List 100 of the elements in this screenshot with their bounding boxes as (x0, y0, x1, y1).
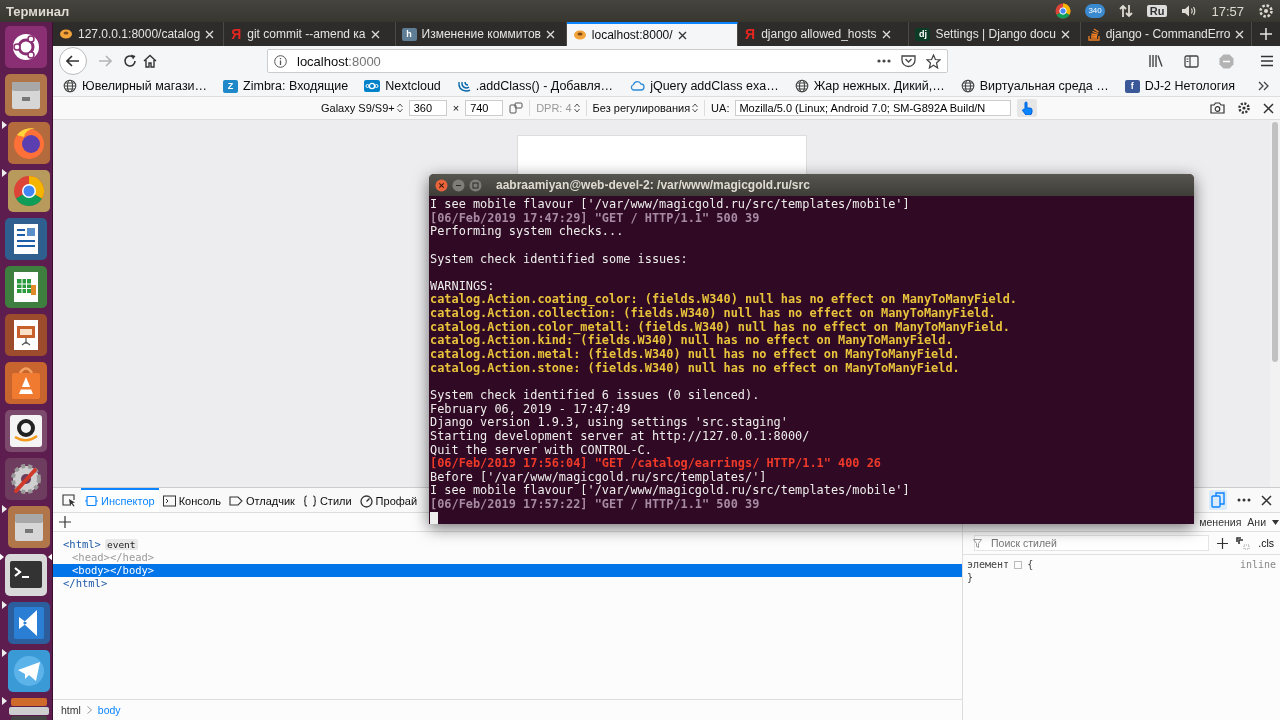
breadcrumb[interactable]: body (97, 704, 121, 716)
home-icon[interactable] (143, 54, 157, 68)
file-cabinet-icon[interactable] (6, 505, 51, 549)
window-title: Терминал (6, 3, 70, 19)
spreadsheet-icon[interactable] (4, 265, 48, 309)
markup-node[interactable]: </html> (53, 577, 962, 590)
paper-plane-icon[interactable] (6, 649, 51, 693)
braces-icon (302, 495, 317, 507)
tag-icon (228, 496, 243, 506)
scrollbar[interactable] (1270, 120, 1280, 487)
settings-icon[interactable] (4, 457, 48, 501)
star-icon[interactable] (926, 53, 941, 69)
devtools-tab[interactable]: Профай (355, 488, 422, 512)
height-field[interactable]: 740 (465, 100, 504, 116)
app-stack-icon[interactable] (6, 697, 51, 720)
classes-toggle[interactable]: .cls (1258, 537, 1274, 549)
maximize-icon[interactable] (469, 178, 482, 192)
close-icon[interactable] (677, 30, 687, 40)
code-editor-icon[interactable] (6, 601, 51, 645)
responsive-mode-button[interactable] (1209, 490, 1227, 510)
notification-badge[interactable]: 340 (1085, 4, 1105, 18)
devtools-tab[interactable]: Отладчик (224, 488, 299, 512)
volume-icon[interactable] (1181, 4, 1198, 18)
bookmark[interactable]: Ювелирный магази… (63, 79, 208, 93)
stack-icon (1086, 27, 1101, 41)
rotate-icon[interactable] (509, 102, 524, 114)
markup-node[interactable]: <body></body> (53, 564, 962, 577)
close-icon[interactable] (1261, 494, 1272, 506)
reload-icon[interactable] (123, 54, 137, 68)
devtools-tab[interactable]: Консоль (158, 488, 225, 512)
rule-source[interactable]: inline (1239, 559, 1276, 570)
favicon-letter: Z (223, 79, 239, 93)
touch-button[interactable] (1017, 99, 1038, 117)
sidebar-tab[interactable]: Ани (1247, 516, 1266, 528)
favicon-letter: Я (230, 26, 243, 42)
terminal-line: System check identified 6 issues (0 silenced). (430, 388, 761, 403)
markup-node[interactable]: <html> event (53, 538, 962, 551)
forward-arrow-icon (98, 55, 112, 67)
library-icon[interactable] (1148, 54, 1164, 68)
keyboard-layout[interactable]: Ru (1146, 5, 1168, 17)
bookmark[interactable]: Z Zimbra: Входящие (223, 79, 349, 93)
close-window-icon[interactable] (435, 178, 448, 192)
browser-tab[interactable]: localhost:8000/ (566, 22, 739, 46)
toggle-square-icon[interactable] (1014, 560, 1023, 569)
user-agent-field[interactable]: Mozilla/5.0 (Linux; Android 7.0; SM-G892A Build/N (735, 100, 1012, 116)
event-badge[interactable]: event (104, 539, 138, 550)
browser-icon[interactable] (6, 169, 51, 213)
minimize-icon[interactable] (452, 178, 465, 192)
settings-icon[interactable] (1237, 101, 1251, 115)
rule-brace: { (1027, 559, 1034, 570)
up-down-arrows-icon (692, 103, 699, 113)
filter-icon (973, 538, 982, 548)
bookmark[interactable]: Жар нежных. Дикий,… (794, 79, 945, 93)
browser-icon[interactable] (1055, 3, 1072, 19)
bookmark[interactable]: jQuery addClass exa… (629, 79, 779, 93)
breadcrumb[interactable]: html (61, 704, 81, 716)
favicon-letter: f (1124, 79, 1140, 93)
document-icon[interactable] (4, 217, 48, 261)
sidebar-tab[interactable]: менения (1199, 516, 1242, 528)
bookmark[interactable]: f DJ-2 Нетология (1124, 79, 1236, 93)
more-icon[interactable] (1237, 498, 1251, 502)
globe-icon (960, 79, 975, 93)
presentation-icon[interactable] (4, 313, 48, 357)
file-cabinet-icon[interactable] (4, 73, 48, 117)
close-icon[interactable] (1263, 102, 1274, 114)
terminal-line: catalog.Action.color_metall: (fields.W340) null has no effect on ManyToManyField. (430, 320, 1011, 335)
bookmark[interactable]: Nextcloud (364, 79, 441, 93)
device-select[interactable]: Galaxy S9/S9+ (321, 102, 403, 114)
terminal-line: Before ['/var/www/magicgold.ru/src/templates/'] (430, 470, 767, 485)
dropdown-caret-icon[interactable] (1272, 519, 1279, 525)
terminal-icon[interactable] (4, 553, 48, 597)
chevron-icon[interactable] (1258, 81, 1270, 91)
network-arrows-icon[interactable] (1118, 4, 1133, 18)
power-gear-icon[interactable] (1258, 3, 1274, 19)
url-field[interactable]: localhost:8000 (267, 49, 948, 73)
devtools-tab[interactable]: Стили (298, 488, 356, 512)
cloud-icon (629, 79, 646, 93)
bookmark[interactable]: Виртуальная среда … (960, 79, 1109, 93)
circle-logo-icon[interactable] (4, 25, 48, 69)
shopping-bag-icon[interactable] (4, 361, 48, 405)
inspector-icon (85, 495, 98, 507)
terminal-line: catalog.Action.stone: (fields.W340) null has no effect on ManyToManyField. (430, 361, 961, 376)
pocket-icon[interactable] (901, 54, 916, 68)
devtools-tab[interactable]: Инспектор (81, 488, 159, 512)
sidebar-icon[interactable] (1184, 54, 1199, 68)
style-filter-field[interactable]: Поиск стилей (974, 535, 1210, 551)
dimension-separator: × (452, 102, 460, 114)
throttling-select[interactable]: Без регулирования (592, 102, 699, 114)
browser-icon[interactable] (6, 121, 51, 165)
terminal-line: [06/Feb/2019 17:56:04] "GET /catalog/earrings/ HTTP/1.1" 400 26 (430, 457, 882, 471)
more-icon[interactable] (877, 59, 891, 63)
add-node-icon[interactable] (59, 516, 71, 528)
bookmark[interactable]: .addClass() - Добавля… (456, 79, 614, 93)
clock[interactable]: 17:57 (1211, 3, 1244, 19)
camera-icon[interactable] (1210, 102, 1225, 114)
back-button[interactable] (59, 47, 87, 75)
width-field[interactable]: 360 (408, 100, 447, 116)
terminal-line: [06/Feb/2019 17:57:22] "GET / HTTP/1.1" 500 39 (430, 498, 760, 512)
menu-icon[interactable] (1260, 55, 1274, 67)
plus-icon[interactable] (1217, 537, 1229, 549)
